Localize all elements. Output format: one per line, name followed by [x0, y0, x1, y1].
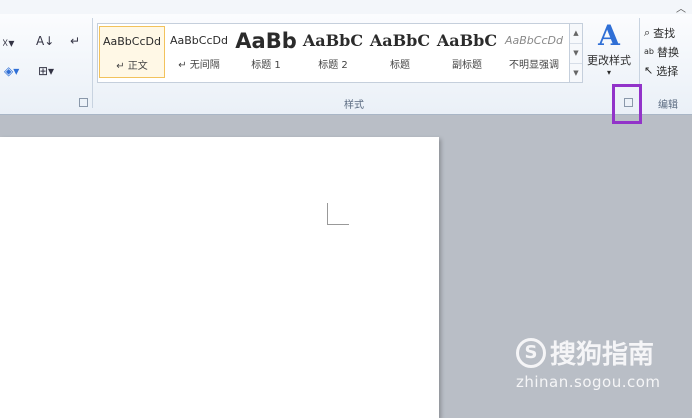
- document-page[interactable]: [0, 137, 439, 418]
- style-subtle-emphasis[interactable]: AaBbCcDd 不明显强调: [501, 26, 567, 78]
- change-styles-label: 更改样式: [587, 54, 631, 67]
- style-sample: AaBbCcDd: [505, 34, 563, 47]
- style-heading-2[interactable]: AaBbC 标题 2: [300, 26, 366, 78]
- binoculars-icon: ⌕: [644, 25, 651, 39]
- scroll-up-icon[interactable]: ▲: [570, 24, 582, 44]
- replace-label: 替换: [656, 45, 679, 59]
- find-button[interactable]: ⌕ 查找: [644, 23, 679, 42]
- find-label: 查找: [653, 26, 676, 40]
- styles-group-label: 样式: [344, 100, 364, 111]
- watermark-brand: 搜狗指南: [550, 340, 655, 370]
- style-sample: AaBbC: [302, 31, 364, 50]
- editing-group-label: 编辑: [658, 100, 678, 111]
- change-styles-icon: A: [598, 19, 620, 52]
- style-sample: AaBb: [235, 29, 297, 53]
- style-normal[interactable]: AaBbCcDd ↵ 正文: [99, 26, 165, 78]
- style-sample: AaBbCcDd: [170, 34, 228, 47]
- style-sample: AaBbCcDd: [103, 35, 161, 48]
- show-marks-icon[interactable]: ↵: [70, 34, 80, 48]
- style-name: 副标题: [452, 60, 482, 71]
- style-name: 标题 1: [251, 60, 281, 71]
- margin-corner-mark: [327, 203, 349, 225]
- style-name: 不明显强调: [509, 60, 559, 71]
- editing-group: ⌕ 查找 ab 替换 ↖ 选择: [644, 23, 679, 80]
- change-styles-button[interactable]: A 更改样式 ▾: [585, 19, 633, 78]
- collapse-ribbon-icon[interactable]: ︿: [676, 0, 686, 15]
- styles-gallery: AaBbCcDd ↵ 正文 AaBbCcDd ↵ 无间隔 AaBb 标题 1 A…: [97, 23, 571, 83]
- style-name: 标题: [390, 60, 410, 71]
- gallery-scrollbar[interactable]: ▲ ▼ ▼: [569, 23, 583, 83]
- style-heading-1[interactable]: AaBb 标题 1: [233, 26, 299, 78]
- ribbon-top-bar: ︿: [0, 0, 692, 15]
- replace-icon: ab: [644, 47, 654, 56]
- more-icon[interactable]: ▼: [570, 64, 582, 83]
- sogou-logo-icon: S: [516, 337, 546, 368]
- shading-icon[interactable]: ◈▾: [4, 64, 19, 78]
- paragraph-dialog-launcher[interactable]: [79, 98, 88, 107]
- select-button[interactable]: ↖ 选择: [644, 61, 679, 80]
- cursor-icon: ↖: [644, 64, 654, 77]
- style-subtitle[interactable]: AaBbC 副标题: [434, 26, 500, 78]
- watermark: S 搜狗指南 zhinan.sogou.com: [516, 334, 661, 391]
- style-sample: AaBbC: [369, 31, 431, 50]
- sort-icon[interactable]: ☓▾: [2, 36, 14, 50]
- highlight-box: [612, 84, 642, 124]
- style-name: ↵ 无间隔: [178, 60, 220, 71]
- border-icon[interactable]: ⊞▾: [38, 64, 54, 78]
- ribbon: ☓▾ A↓ ↵ ◈▾ ⊞▾ AaBbCcDd ↵ 正文 AaBbCcDd ↵ 无…: [0, 14, 692, 115]
- sort-az-icon[interactable]: A↓: [36, 34, 54, 48]
- chevron-down-icon: ▾: [606, 68, 611, 77]
- watermark-url: zhinan.sogou.com: [516, 373, 661, 391]
- replace-button[interactable]: ab 替换: [644, 42, 679, 61]
- style-name: 标题 2: [318, 60, 348, 71]
- style-name: ↵ 正文: [116, 61, 148, 72]
- style-title[interactable]: AaBbC 标题: [367, 26, 433, 78]
- style-sample: AaBbC: [436, 31, 498, 50]
- scroll-down-icon[interactable]: ▼: [570, 44, 582, 64]
- style-no-spacing[interactable]: AaBbCcDd ↵ 无间隔: [166, 26, 232, 78]
- select-label: 选择: [656, 64, 679, 78]
